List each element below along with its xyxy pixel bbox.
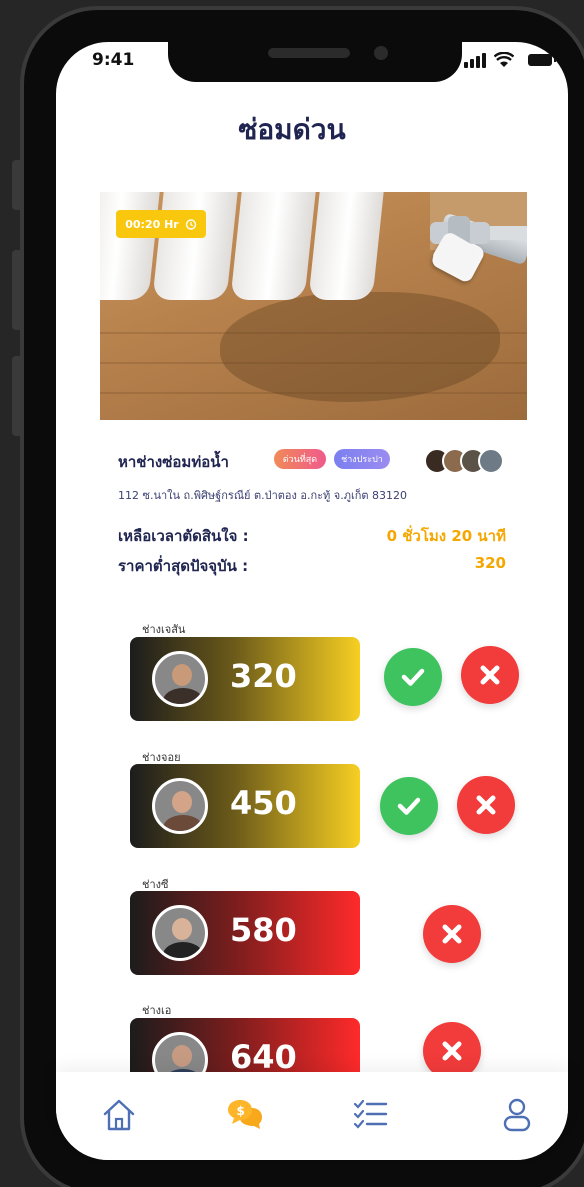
check-icon: [397, 797, 421, 815]
page-title: ซ่อมด่วน: [238, 113, 346, 146]
signal-icon: [470, 59, 474, 68]
tag-urgent: ด่วนที่สุด: [274, 449, 326, 469]
avatar: [478, 448, 504, 474]
close-icon: [442, 924, 462, 944]
side-button: [12, 160, 22, 210]
notch: [168, 34, 462, 82]
checklist-icon[interactable]: [352, 1096, 390, 1134]
camera: [374, 46, 388, 60]
signal-icon: [482, 53, 486, 68]
bid-price: 320: [230, 657, 297, 695]
reject-button[interactable]: [423, 905, 481, 963]
lowest-price-label: ราคาต่ำสุดปัจจุบัน :: [118, 557, 249, 575]
reject-button[interactable]: [457, 776, 515, 834]
lowest-price-value: 320: [474, 554, 506, 572]
accept-button[interactable]: [380, 777, 438, 835]
side-button: [12, 250, 22, 330]
bid-price: 580: [230, 911, 297, 949]
svg-text:$: $: [237, 1104, 245, 1118]
bid-card[interactable]: 580: [130, 891, 360, 975]
home-icon[interactable]: [100, 1096, 138, 1134]
bid-name: ช่างเจสัน: [142, 623, 186, 636]
avatar: [152, 778, 208, 834]
wifi-icon: [494, 52, 514, 67]
timer-text: 00:20 Hr: [125, 217, 179, 231]
accept-button[interactable]: [384, 648, 442, 706]
bid-name: ช่างเอ: [142, 1004, 172, 1017]
reject-button[interactable]: [461, 646, 519, 704]
timer-badge: 00:20 Hr: [116, 210, 206, 238]
job-address: 112 ซ.นาใน ถ.พิศิษฐ์กรณีย์ ต.ป่าตอง อ.กะ…: [118, 489, 408, 502]
battery-icon: [528, 54, 556, 66]
time-left-value: 0 ชั่วโมง 20 นาที: [386, 527, 506, 545]
status-time: 9:41: [92, 50, 135, 70]
status-icons: [462, 52, 556, 70]
job-title: หาช่างซ่อมท่อน้ำ: [118, 453, 229, 471]
close-icon: [476, 795, 496, 815]
tag-category: ช่างประปา: [334, 449, 390, 469]
alarm-clock-icon: [185, 219, 196, 230]
bid-card[interactable]: 320: [130, 637, 360, 721]
bid-card[interactable]: 450: [130, 764, 360, 848]
speaker: [268, 48, 350, 58]
avatar: [152, 905, 208, 961]
time-left-label: เหลือเวลาตัดสินใจ :: [118, 527, 249, 545]
signal-icon: [464, 62, 468, 68]
chat-bid-icon[interactable]: $: [226, 1096, 264, 1134]
interested-avatars[interactable]: [424, 448, 508, 474]
check-icon: [401, 668, 425, 686]
signal-icon: [476, 56, 480, 68]
side-button: [12, 356, 22, 436]
avatar: [152, 651, 208, 707]
close-icon: [480, 665, 500, 685]
profile-icon[interactable]: [498, 1096, 536, 1134]
bid-price: 450: [230, 784, 297, 822]
bid-price: 640: [230, 1038, 297, 1076]
close-icon: [442, 1041, 462, 1061]
